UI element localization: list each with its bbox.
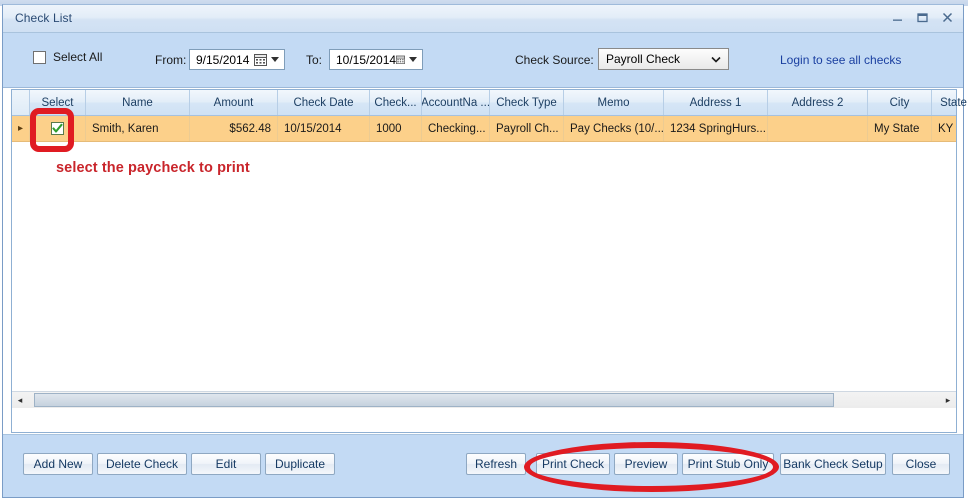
duplicate-button[interactable]: Duplicate [265, 453, 335, 475]
row-indicator-icon: ▸ [12, 116, 30, 141]
from-date-dropdown-arrow[interactable] [271, 57, 279, 62]
footer-button-bar: Add NewDelete CheckEditDuplicateRefreshP… [3, 434, 963, 497]
edit-button[interactable]: Edit [191, 453, 261, 475]
scrollbar-track[interactable] [28, 392, 940, 409]
check-list-grid: SelectNameAmountCheck DateCheck...Accoun… [11, 89, 957, 433]
cell-memo: Pay Checks (10/... [564, 116, 664, 141]
grid-rows-container: ▸ Smith, Karen$562.4810/15/20141000Checki… [12, 116, 956, 142]
grid-header-row: SelectNameAmountCheck DateCheck...Accoun… [12, 90, 956, 116]
grid-header-city[interactable]: City [868, 90, 932, 115]
from-label: From: [155, 53, 186, 67]
to-label: To: [306, 53, 322, 67]
annotation-ellipse-print-buttons [524, 442, 779, 492]
delete-check-button[interactable]: Delete Check [97, 453, 187, 475]
cell-name: Smith, Karen [86, 116, 190, 141]
grid-header-account_name[interactable]: AccountNa ... [422, 90, 490, 115]
refresh-button[interactable]: Refresh [466, 453, 526, 475]
annotation-rect-select-checkbox [30, 108, 74, 152]
calendar-icon [396, 53, 405, 66]
select-all-checkbox[interactable]: Select All [33, 50, 102, 64]
minimize-icon[interactable] [889, 10, 905, 25]
scroll-left-arrow-icon[interactable]: ◂ [12, 392, 28, 409]
grid-header-address2[interactable]: Address 2 [768, 90, 868, 115]
cell-check_no: 1000 [370, 116, 422, 141]
grid-header-indicator[interactable] [12, 90, 30, 115]
filter-toolbar: Select All From: 9/15/2014 To: 10/15/201… [3, 33, 963, 88]
close-icon[interactable] [939, 10, 955, 25]
to-date-value: 10/15/2014 [336, 53, 396, 67]
cell-check_type: Payroll Ch... [490, 116, 564, 141]
annotation-note-text: select the paycheck to print [56, 160, 250, 176]
cell-address2 [768, 116, 868, 141]
cell-state: KY [932, 116, 968, 141]
grid-header-check_type[interactable]: Check Type [490, 90, 564, 115]
cell-check_date: 10/15/2014 [278, 116, 370, 141]
to-date-dropdown-arrow[interactable] [409, 57, 417, 62]
add-new-button[interactable]: Add New [23, 453, 93, 475]
grid-header-check_no[interactable]: Check... [370, 90, 422, 115]
grid-header-name[interactable]: Name [86, 90, 190, 115]
close-button[interactable]: Close [892, 453, 950, 475]
bank-check-setup-button[interactable]: Bank Check Setup [780, 453, 886, 475]
cell-city: My State [868, 116, 932, 141]
from-date-value: 9/15/2014 [196, 53, 254, 67]
from-date-input[interactable]: 9/15/2014 [189, 49, 285, 70]
grid-header-state[interactable]: State [932, 90, 968, 115]
maximize-icon[interactable] [914, 10, 930, 25]
check-source-select[interactable]: Payroll Check [598, 48, 729, 70]
check-list-window: Check List Select All From: [2, 4, 964, 498]
grid-horizontal-scrollbar[interactable]: ◂ ▸ [12, 391, 956, 408]
cell-account_name: Checking... [422, 116, 490, 141]
app-root: Check List Select All From: [0, 0, 968, 500]
cell-amount: $562.48 [190, 116, 278, 141]
grid-header-memo[interactable]: Memo [564, 90, 664, 115]
to-date-input[interactable]: 10/15/2014 [329, 49, 423, 70]
scrollbar-thumb[interactable] [34, 393, 834, 407]
scroll-right-arrow-icon[interactable]: ▸ [940, 392, 956, 409]
check-source-label: Check Source: [515, 53, 594, 67]
window-controls [889, 10, 955, 25]
window-title-bar: Check List [3, 5, 963, 33]
calendar-icon [254, 53, 267, 66]
grid-header-amount[interactable]: Amount [190, 90, 278, 115]
grid-header-address1[interactable]: Address 1 [664, 90, 768, 115]
chevron-down-icon [711, 56, 721, 63]
login-link[interactable]: Login to see all checks [780, 53, 901, 67]
window-title: Check List [15, 11, 72, 25]
grid-header-check_date[interactable]: Check Date [278, 90, 370, 115]
check-source-value: Payroll Check [606, 52, 711, 66]
cell-address1: 1234 SpringHurs... [664, 116, 768, 141]
select-all-label: Select All [53, 50, 102, 64]
select-all-box[interactable] [33, 51, 46, 64]
table-row[interactable]: ▸ Smith, Karen$562.4810/15/20141000Checki… [12, 116, 956, 142]
